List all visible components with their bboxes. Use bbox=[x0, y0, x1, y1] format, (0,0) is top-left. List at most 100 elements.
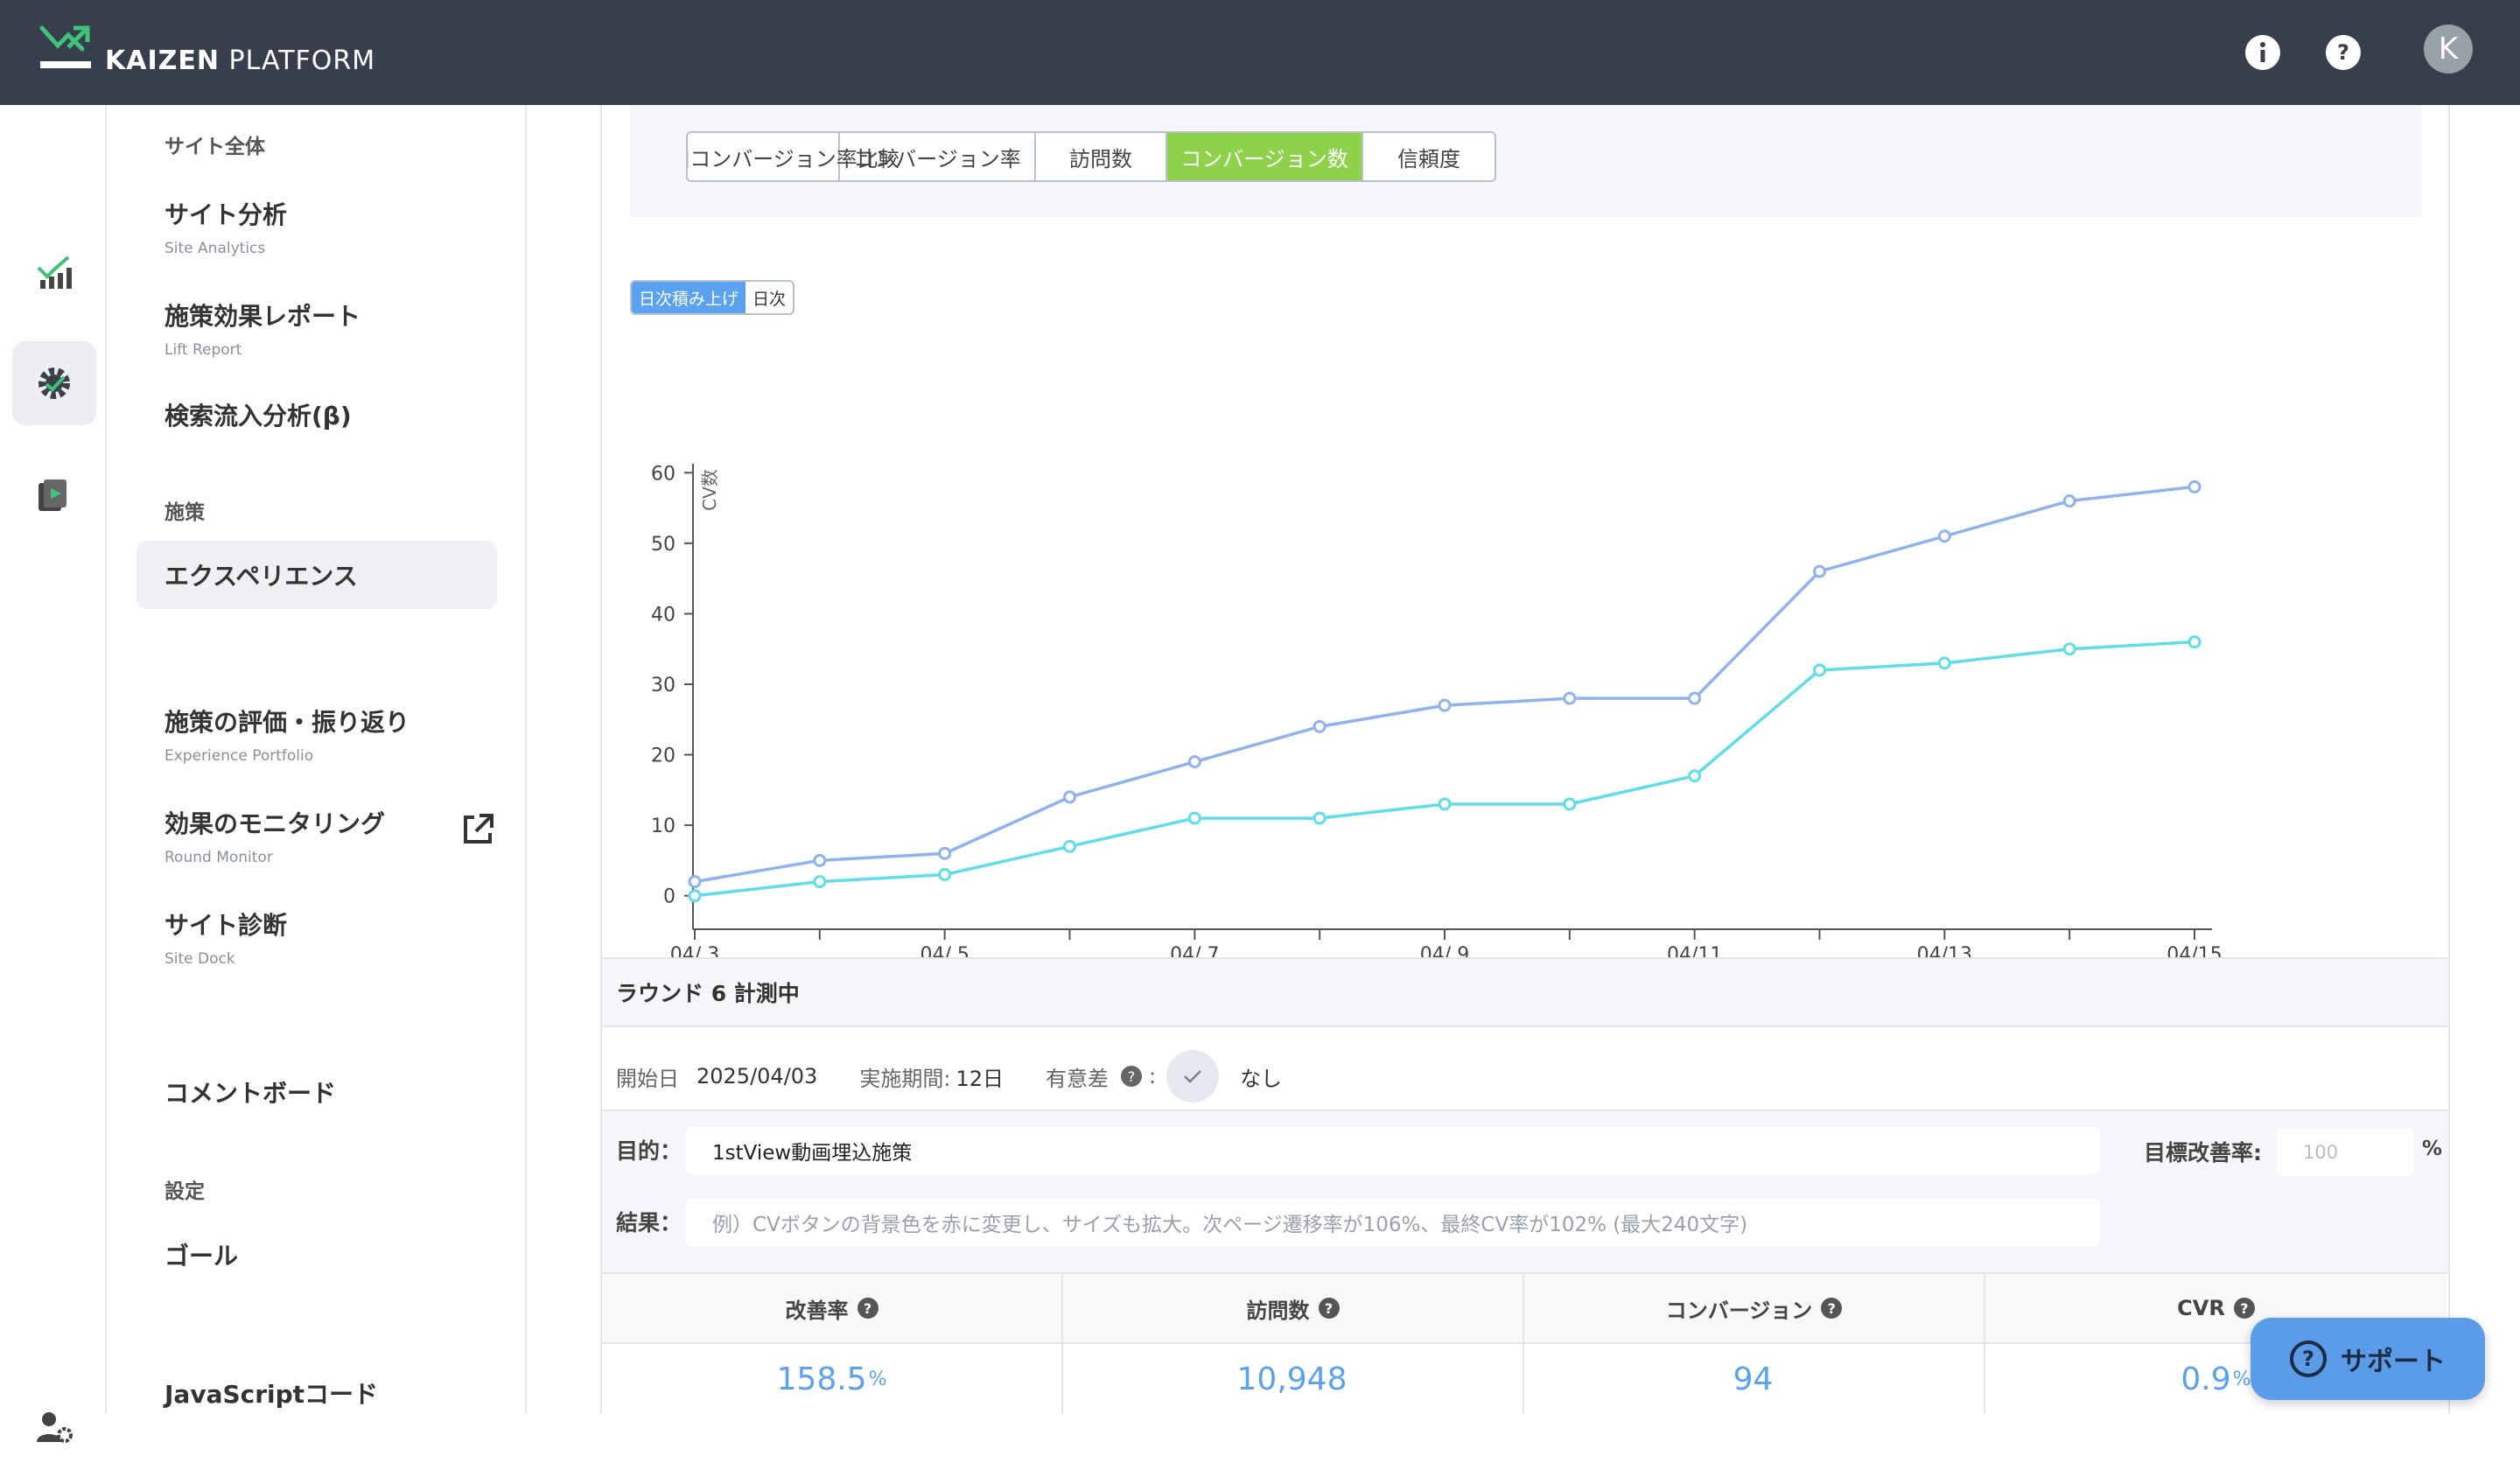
video-icon[interactable] bbox=[12, 453, 96, 537]
user-avatar[interactable]: K bbox=[2424, 24, 2473, 74]
external-link-icon[interactable] bbox=[460, 812, 495, 850]
metric-header: 改善率? bbox=[602, 1274, 1061, 1344]
mode-cumulative-button[interactable]: 日次積み上げ bbox=[632, 282, 746, 313]
nav-label: 検索流入分析(β) bbox=[164, 402, 352, 430]
significance-label: 有意差 bbox=[1045, 1066, 1109, 1091]
data-point bbox=[688, 875, 702, 889]
user-settings-icon[interactable] bbox=[12, 1386, 96, 1470]
metric-improvement: 改善率? 158.5% bbox=[602, 1274, 1063, 1414]
round-info-row: 開始日 2025/04/03 実施期間: 12日 有意差 ? : なし bbox=[616, 1050, 1282, 1102]
data-point bbox=[2062, 494, 2076, 508]
nav-comment-board[interactable]: コメントボード bbox=[136, 1074, 497, 1110]
significance-value: なし bbox=[1240, 1066, 1283, 1091]
help-icon[interactable]: ? bbox=[1120, 1066, 1142, 1087]
nav-site-dock[interactable]: サイト診断 Site Dock bbox=[136, 906, 497, 968]
data-point bbox=[688, 889, 702, 903]
series-line bbox=[694, 485, 2195, 884]
nav-search-inflow[interactable]: 検索流入分析(β) bbox=[136, 397, 497, 432]
kaizen-logo-icon bbox=[38, 23, 94, 77]
tab-visits[interactable]: 訪問数 bbox=[1036, 133, 1167, 180]
target-improvement-input[interactable]: 100 bbox=[2277, 1129, 2413, 1176]
data-point bbox=[813, 875, 827, 889]
metric-value: 158.5% bbox=[776, 1361, 887, 1397]
nav-label: 効果のモニタリング bbox=[164, 809, 386, 838]
y-tick-label: 20 bbox=[651, 746, 676, 767]
result-input[interactable]: 例）CVボタンの背景色を赤に変更し、サイズも拡大。次ページ遷移率が106%、最終… bbox=[686, 1199, 2100, 1246]
metric-header: コンバージョン? bbox=[1524, 1274, 1984, 1344]
analytics-icon[interactable] bbox=[12, 229, 96, 313]
goal-panel: 目的： 1stView動画埋込施策 結果： 例）CVボタンの背景色を赤に変更し、… bbox=[602, 1110, 2448, 1274]
side-navigation: サイト全体 サイト分析 Site Analytics 施策効果レポート Lift… bbox=[108, 105, 527, 1414]
purpose-input[interactable]: 1stView動画埋込施策 bbox=[686, 1127, 2100, 1174]
nav-site-analytics[interactable]: サイト分析 Site Analytics bbox=[136, 196, 497, 257]
data-point bbox=[1813, 564, 1826, 578]
y-tick-label: 60 bbox=[651, 463, 676, 485]
svg-text:?: ? bbox=[2337, 40, 2349, 65]
question-icon: ? bbox=[2290, 1340, 2327, 1377]
purpose-label: 目的： bbox=[616, 1138, 682, 1164]
section-measures-heading: 施策 bbox=[164, 501, 205, 524]
metric-visits: 訪問数? 10,948 bbox=[1063, 1274, 1524, 1414]
y-tick-label: 0 bbox=[663, 886, 676, 908]
nav-label: 施策効果レポート bbox=[164, 302, 361, 331]
nav-label: コメントボード bbox=[164, 1079, 337, 1108]
nav-sublabel: Site Dock bbox=[164, 950, 235, 968]
nav-label: 施策の評価・振り返り bbox=[164, 708, 410, 737]
support-button[interactable]: ? サポート bbox=[2250, 1318, 2485, 1400]
nav-goal[interactable]: ゴール bbox=[136, 1237, 497, 1272]
brand-name[interactable]: KAIZEN PLATFORM bbox=[105, 46, 375, 76]
conversion-chart: 0102030405060 CV数04/ 3 04/ 5 04/ 7 04/ 9 04/1… bbox=[651, 463, 2222, 1000]
section-site-heading: サイト全体 bbox=[164, 136, 265, 158]
metric-conversion: コンバージョン? 94 bbox=[1524, 1274, 1985, 1414]
nav-sublabel: Experience Portfolio bbox=[164, 747, 314, 765]
nav-sublabel: Round Monitor bbox=[164, 849, 273, 866]
tab-confidence[interactable]: 信頼度 bbox=[1363, 133, 1494, 180]
tab-bar: 全期間コンバージョン率比較 コンバージョン率 訪問数 コンバージョン数 信頼度 bbox=[630, 105, 2422, 217]
data-point bbox=[1063, 790, 1076, 804]
y-tick-label: 10 bbox=[651, 816, 676, 837]
experience-gear-icon[interactable] bbox=[12, 341, 96, 425]
nav-label: ゴール bbox=[164, 1242, 239, 1270]
nav-round-monitor[interactable]: 効果のモニタリング Round Monitor bbox=[136, 805, 497, 866]
nav-javascript-code[interactable]: JavaScriptコード bbox=[136, 1376, 497, 1410]
y-tick-label: 50 bbox=[651, 534, 676, 556]
info-icon[interactable] bbox=[2235, 24, 2291, 80]
data-point bbox=[1187, 811, 1201, 825]
help-icon[interactable]: ? bbox=[2315, 24, 2371, 80]
tab-conversions[interactable]: コンバージョン数 bbox=[1167, 133, 1363, 180]
chart-tabs: 全期間コンバージョン率比較 コンバージョン率 訪問数 コンバージョン数 信頼度 bbox=[686, 131, 1496, 182]
nav-experience[interactable]: エクスペリエンス bbox=[136, 541, 497, 609]
data-point bbox=[2188, 480, 2202, 494]
y-axis-label: CV数 bbox=[699, 469, 720, 511]
start-date-label: 開始日 bbox=[616, 1066, 679, 1091]
help-icon[interactable]: ? bbox=[2233, 1298, 2255, 1319]
nav-experience-portfolio[interactable]: 施策の評価・振り返り Experience Portfolio bbox=[136, 704, 497, 765]
top-header: KAIZEN PLATFORM ? K bbox=[0, 0, 2520, 105]
y-tick-label: 30 bbox=[651, 675, 676, 696]
data-point bbox=[1438, 698, 1452, 712]
data-point bbox=[938, 846, 952, 860]
icon-rail bbox=[0, 105, 107, 1443]
chart-mode-toggle: 日次積み上げ 日次 bbox=[630, 280, 795, 315]
data-point bbox=[2188, 635, 2202, 649]
tab-conversion-rate[interactable]: コンバージョン率 bbox=[840, 133, 1036, 180]
tab-all-period-cvr-compare[interactable]: 全期間コンバージョン率比較 bbox=[688, 133, 900, 180]
support-label: サポート bbox=[2341, 1347, 2446, 1377]
metric-value: 94 bbox=[1732, 1361, 1774, 1397]
metric-header: 訪問数? bbox=[1063, 1274, 1522, 1344]
help-icon[interactable]: ? bbox=[857, 1298, 878, 1319]
nav-label: サイト分析 bbox=[164, 200, 288, 229]
help-icon[interactable]: ? bbox=[1821, 1298, 1843, 1319]
data-point bbox=[1688, 691, 1702, 705]
main-content: 全期間コンバージョン率比較 コンバージョン率 訪問数 コンバージョン数 信頼度 … bbox=[600, 105, 2450, 1414]
result-label: 結果： bbox=[616, 1210, 682, 1236]
data-point bbox=[1813, 663, 1826, 677]
metric-value: 10,948 bbox=[1236, 1361, 1348, 1397]
data-point bbox=[1063, 839, 1076, 853]
help-icon[interactable]: ? bbox=[1318, 1298, 1340, 1319]
check-icon bbox=[1166, 1050, 1220, 1102]
mode-daily-button[interactable]: 日次 bbox=[746, 282, 793, 313]
data-point bbox=[2062, 642, 2076, 656]
nav-lift-report[interactable]: 施策効果レポート Lift Report bbox=[136, 298, 497, 359]
data-point bbox=[1187, 755, 1201, 769]
